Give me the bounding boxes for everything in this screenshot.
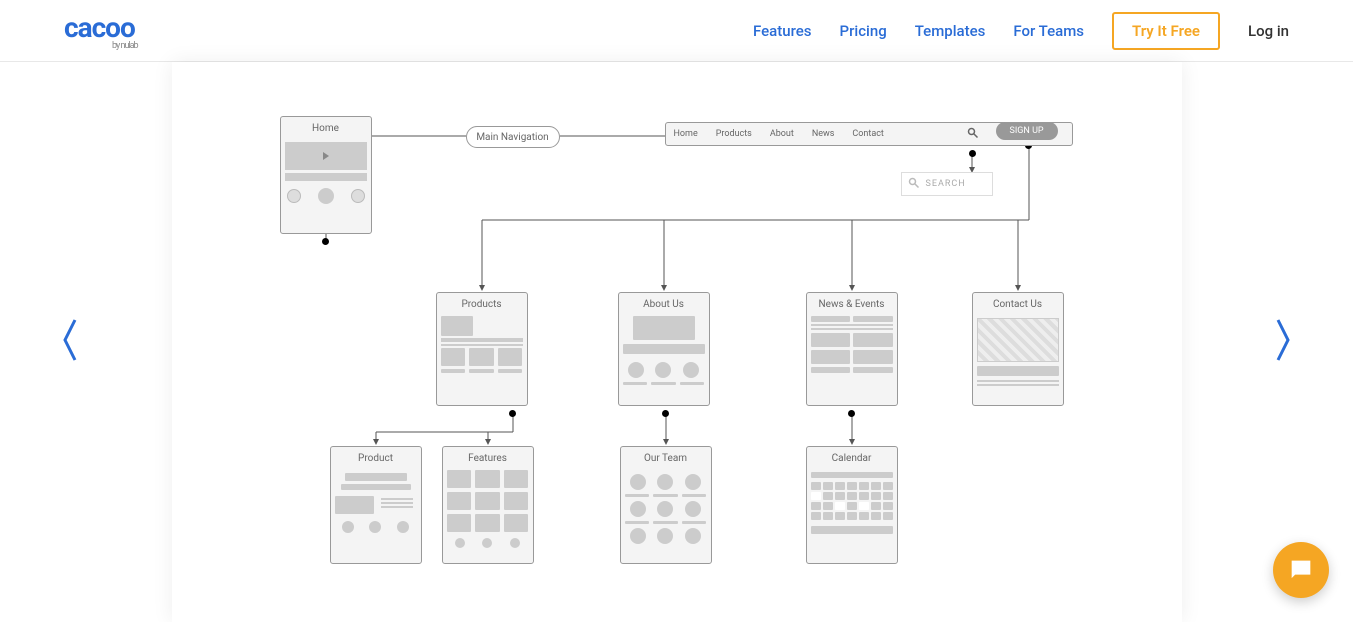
wireframe-features[interactable]: Features (442, 446, 534, 564)
wireframe-title: Product (331, 447, 421, 470)
wireframe-title: Calendar (807, 447, 897, 470)
search-icon (908, 177, 920, 192)
top-nav: Features Pricing Templates For Teams Try… (753, 12, 1289, 50)
logo-subtext: by nulab (112, 41, 138, 51)
navbar-item: News (812, 129, 835, 139)
navbar-item: Home (674, 129, 698, 139)
wireframe-title: Home (281, 117, 371, 140)
nav-features[interactable]: Features (753, 22, 811, 40)
wireframe-title: Contact Us (973, 293, 1063, 316)
wireframe-about-us[interactable]: About Us (618, 292, 710, 406)
nav-pricing[interactable]: Pricing (840, 22, 887, 40)
avatar-icon (318, 188, 334, 204)
navbar-item: Products (716, 129, 752, 139)
search-icon (967, 124, 979, 143)
logo[interactable]: cacoo by nulab (64, 11, 138, 51)
diagram-node (969, 150, 976, 157)
wireframe-search-box[interactable]: SEARCH (901, 172, 993, 196)
navbar-item: About (770, 129, 794, 139)
wireframe-contact-us[interactable]: Contact Us (972, 292, 1064, 406)
chat-icon (1287, 556, 1315, 584)
diagram-node (322, 238, 329, 245)
carousel-next-button[interactable] (1273, 316, 1293, 368)
wireframe-signup-button[interactable]: SIGN UP (996, 122, 1058, 140)
nav-for-teams[interactable]: For Teams (1013, 22, 1084, 40)
wireframe-news-events[interactable]: News & Events (806, 292, 898, 406)
wireframe-title: News & Events (807, 293, 897, 316)
nav-templates[interactable]: Templates (915, 22, 986, 40)
login-link[interactable]: Log in (1248, 22, 1289, 40)
wireframe-main-nav-label[interactable]: Main Navigation (466, 126, 560, 148)
wireframe-calendar[interactable]: Calendar (806, 446, 898, 564)
placeholder-bar (285, 173, 367, 181)
carousel-next-icon (351, 189, 365, 203)
search-placeholder: SEARCH (926, 179, 966, 189)
wireframe-title: Products (437, 293, 527, 316)
navbar-item: Contact (852, 129, 883, 139)
sitemap-diagram: Home Main Navigation Home Products About… (172, 62, 1182, 622)
wireframe-product[interactable]: Product (330, 446, 422, 564)
carousel-prev-button[interactable] (60, 316, 80, 368)
play-icon (285, 142, 367, 170)
chat-widget-button[interactable] (1273, 542, 1329, 598)
wireframe-title: Features (443, 447, 533, 470)
wireframe-title: Our Team (621, 447, 711, 470)
template-carousel: Home Main Navigation Home Products About… (0, 62, 1353, 622)
diagram-node (509, 410, 516, 417)
diagram-node (848, 410, 855, 417)
carousel-prev-icon (287, 189, 301, 203)
wireframe-our-team[interactable]: Our Team (620, 446, 712, 564)
diagram-node (662, 410, 669, 417)
wireframe-home[interactable]: Home (280, 116, 372, 234)
wireframe-products[interactable]: Products (436, 292, 528, 406)
wireframe-title: About Us (619, 293, 709, 316)
try-free-button[interactable]: Try It Free (1112, 12, 1220, 50)
logo-text: cacoo (64, 11, 135, 44)
site-header: cacoo by nulab Features Pricing Template… (0, 0, 1353, 62)
